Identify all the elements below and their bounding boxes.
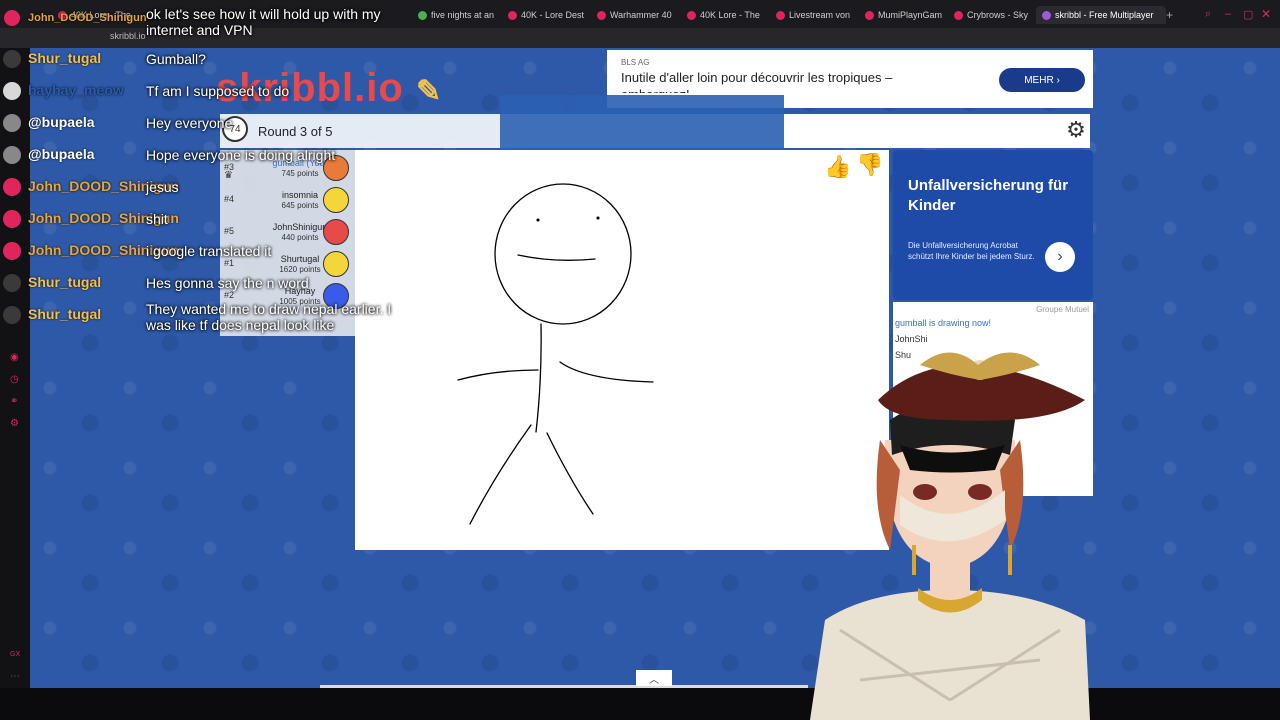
- chat-user-avatar: [3, 306, 21, 324]
- avatar-earring-right: [1008, 545, 1012, 575]
- stickman-mouth: [517, 254, 596, 261]
- crown-icon: ♛: [224, 170, 233, 181]
- tab-label: 40K - Lore Dest: [521, 10, 585, 20]
- avatar-eye-right: [968, 484, 992, 500]
- stickman-leg-left: [469, 424, 532, 525]
- stickman-arm-left: [457, 369, 539, 381]
- avatar-earring-left: [912, 545, 916, 575]
- stream-caption: ok let's see how it will hold up with my…: [146, 6, 381, 38]
- ad-button-label: MEHR: [1024, 74, 1054, 86]
- ad-more-button[interactable]: MEHR ›: [999, 68, 1085, 92]
- sidebar-radio-icon[interactable]: ◉: [10, 353, 20, 363]
- chat-user-avatar: [3, 242, 21, 260]
- chat-user-avatar: [3, 178, 21, 196]
- tab-label: Warhammer 40: [610, 10, 672, 20]
- chat-username: @bupaela: [28, 114, 95, 130]
- thumbs-down-icon[interactable]: 👎: [856, 152, 883, 178]
- ad-text: Inutile d'aller loin pour découvrir les …: [621, 70, 893, 93]
- sidebar-more-icon[interactable]: ⋯: [10, 672, 20, 682]
- player-rank: #1: [224, 258, 235, 268]
- stickman-arm-right: [559, 361, 654, 383]
- top-username: John_DOOD_Shinigun: [28, 12, 147, 24]
- player-avatar: [323, 219, 349, 245]
- pencil-icon: ✎: [415, 75, 443, 108]
- top-user-avatar: [4, 10, 20, 26]
- avatar-eye-left: [913, 484, 937, 500]
- left-sidebar: ◉ ◷ ⚭ ⚙ GX ⋯: [0, 48, 30, 688]
- chat-text: They wanted me to draw nepal earlier. I …: [146, 301, 392, 333]
- tab-label: Livestream von: [789, 10, 851, 20]
- side-ad-headline: Unfallversicherung für Kinder: [908, 177, 1069, 214]
- browser-tab[interactable]: 40K - Lore Dest: [508, 6, 588, 24]
- chat-text: Tf am I supposed to do: [146, 83, 290, 99]
- chat-text: Hey everyone: [146, 115, 233, 131]
- stickman-leg-right: [546, 432, 594, 515]
- sidebar-link-icon[interactable]: ⚭: [10, 397, 20, 407]
- player-rank: #5: [224, 226, 235, 236]
- side-ad-arrow-icon[interactable]: ›: [1045, 242, 1075, 272]
- chat-text: Gumball?: [146, 51, 206, 67]
- chat-user-avatar: [3, 210, 21, 228]
- stickman-head: [494, 183, 632, 325]
- player-avatar: [323, 251, 349, 277]
- tab-label: MumiPlaynGam: [878, 10, 943, 20]
- scroll-up-button[interactable]: ︿: [636, 670, 672, 686]
- browser-tab[interactable]: Livestream von: [776, 6, 856, 24]
- thumbs-up-icon[interactable]: 👍: [824, 154, 851, 180]
- ad-label: BLS AG: [621, 58, 650, 67]
- chat-username: Shur_tugal: [28, 274, 102, 290]
- browser-tab[interactable]: 40K Lore - The: [687, 6, 767, 24]
- chat-username: @bupaela: [28, 146, 95, 162]
- browser-tab[interactable]: Warhammer 40: [597, 6, 677, 24]
- chat-user-avatar: [3, 82, 21, 100]
- close-icon[interactable]: ✕: [1261, 7, 1271, 21]
- player-avatar: [323, 187, 349, 213]
- tab-label: five nights at an: [431, 10, 495, 20]
- chat-username: hayhay_meow: [28, 82, 124, 98]
- chat-user-avatar: [3, 114, 21, 132]
- tab-label: Crybrows - Sky: [967, 10, 1029, 20]
- search-icon[interactable]: ⌕: [1205, 8, 1211, 21]
- chat-user-avatar: [3, 146, 21, 164]
- sidebar-settings-icon[interactable]: ⚙: [10, 419, 20, 429]
- stickman-eye-left: [536, 218, 540, 222]
- side-ad-label: Groupe Mutuel: [1036, 305, 1089, 314]
- progress-line: [320, 685, 808, 688]
- sidebar-clock-icon[interactable]: ◷: [10, 375, 20, 385]
- maximize-icon[interactable]: ▢: [1243, 8, 1253, 21]
- tab-label: 40K Lore - The: [700, 10, 760, 20]
- chat-text: shit: [146, 211, 168, 227]
- vtuber-avatar: [810, 352, 1090, 720]
- side-ad[interactable]: Unfallversicherung für Kinder Die Unfall…: [893, 150, 1093, 300]
- side-ad-subtext: Die Unfallversicherung Acrobat schützt I…: [908, 241, 1035, 261]
- browser-tab[interactable]: Crybrows - Sky: [954, 6, 1034, 24]
- chat-text: i google translated it: [146, 243, 272, 259]
- stickman-body: [535, 323, 542, 433]
- browser-tab-active[interactable]: skribbl - Free Multiplayer: [1036, 6, 1166, 24]
- browser-tab[interactable]: MumiPlaynGam: [865, 6, 945, 24]
- chat-username: Shur_tugal: [28, 306, 102, 322]
- settings-gear-icon[interactable]: ⚙: [1062, 116, 1090, 144]
- chat-username: Shur_tugal: [28, 50, 102, 66]
- sidebar-gx-icon[interactable]: GX: [10, 650, 20, 660]
- chat-user-avatar: [3, 274, 21, 292]
- stickman-eye-right: [596, 216, 600, 220]
- browser-tab[interactable]: five nights at an: [418, 6, 498, 24]
- minimize-icon[interactable]: –: [1225, 8, 1231, 20]
- player-rank: #4: [224, 194, 235, 204]
- round-indicator: Round 3 of 5: [258, 124, 333, 139]
- chat-text: jesus: [146, 179, 179, 195]
- address-text[interactable]: skribbl.io: [110, 31, 146, 41]
- side-ad-label-bar: Groupe Mutuel: [893, 302, 1093, 316]
- player-rank: #2: [224, 290, 235, 300]
- new-tab-icon[interactable]: +: [1166, 8, 1173, 22]
- chat-text: Hope everyone is doing alright: [146, 147, 336, 163]
- tab-label: skribbl - Free Multiplayer: [1055, 10, 1154, 20]
- chat-text: Hes gonna say the n word: [146, 275, 309, 291]
- chat-user-avatar: [3, 50, 21, 68]
